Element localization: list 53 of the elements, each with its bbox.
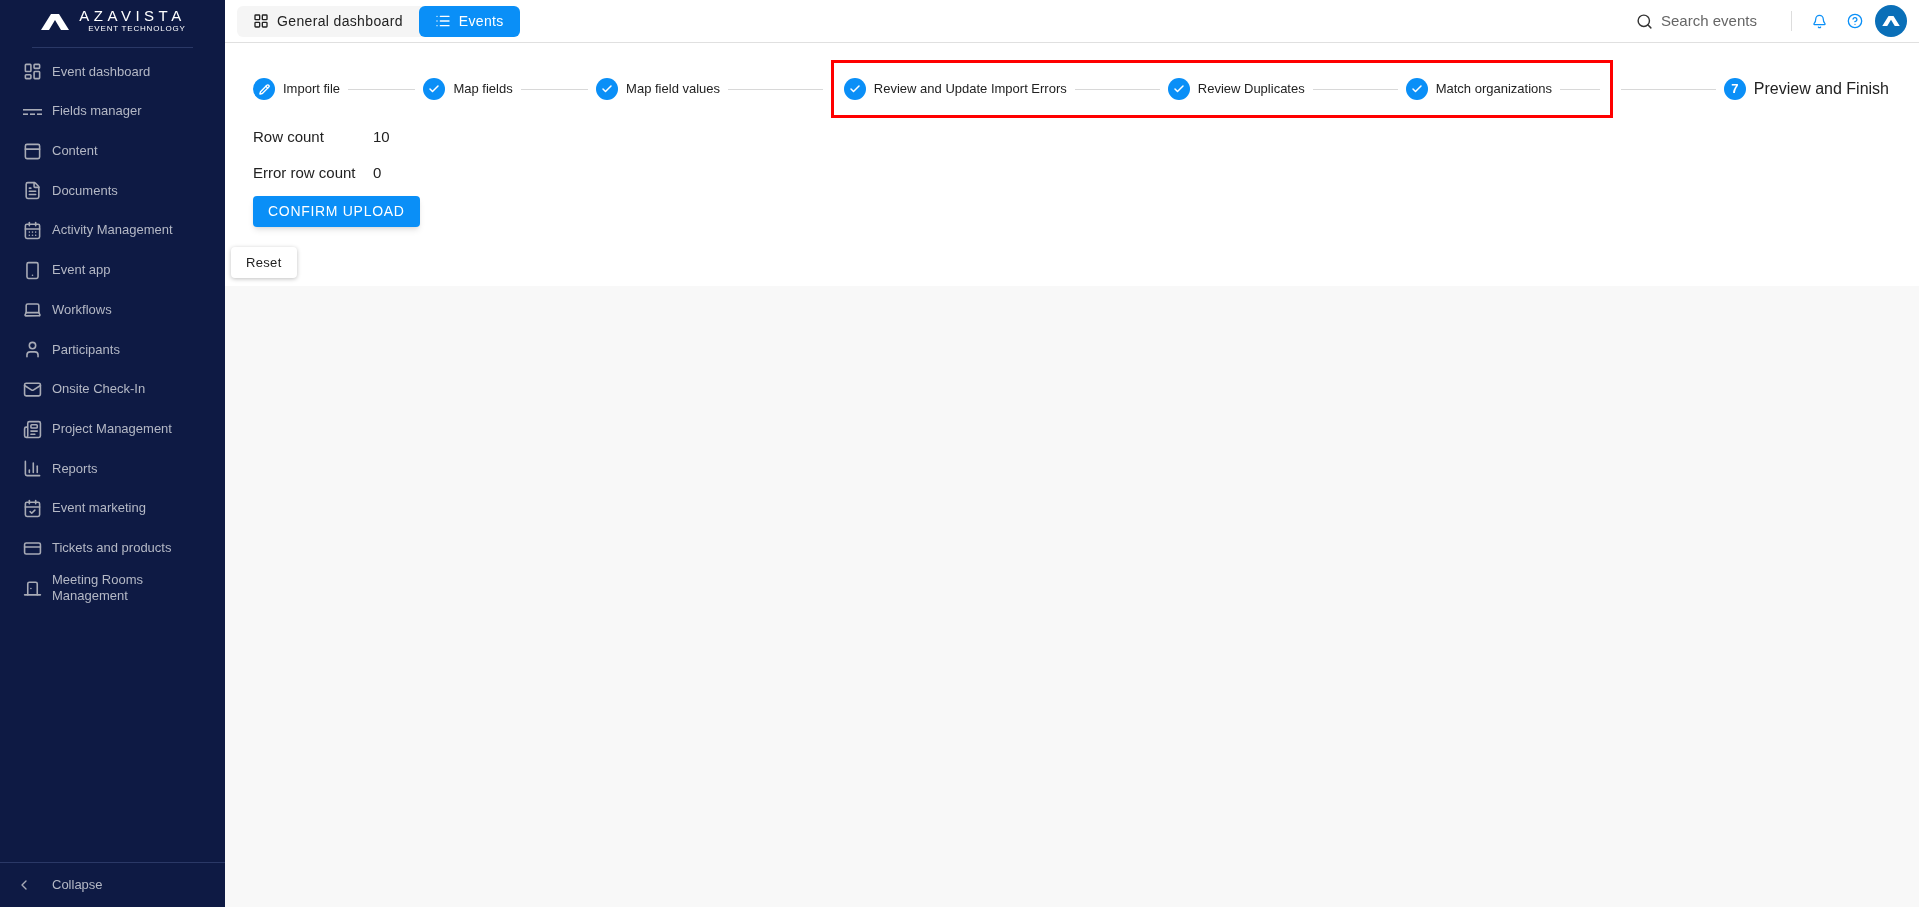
menu-item-icon	[23, 108, 42, 115]
menu-item-icon	[23, 498, 42, 518]
collapse-button[interactable]: Collapse	[52, 875, 103, 895]
sidebar-item[interactable]: Participants	[0, 329, 225, 370]
search-field[interactable]: Search events	[1661, 9, 1771, 33]
menu-item-icon	[23, 379, 42, 399]
menu-item-icon	[23, 221, 42, 241]
menu-item-icon	[23, 459, 42, 479]
step-label: Preview and Finish	[1753, 79, 1889, 99]
menu-item-icon	[23, 340, 42, 360]
sidebar-item[interactable]: Workflows	[0, 290, 225, 330]
sidebar-item[interactable]: Meeting Rooms Management	[0, 567, 225, 609]
menu-item-icon	[23, 419, 42, 439]
bell-icon[interactable]	[1812, 13, 1827, 29]
summary-label: Row count	[253, 127, 325, 147]
step-label: Map field values	[626, 80, 721, 99]
step-label: Match organizations	[1435, 80, 1553, 99]
menu-item-icon	[23, 62, 42, 82]
menu-item-icon	[23, 300, 42, 320]
list-icon	[434, 13, 451, 29]
sidebar-item[interactable]: Event marketing	[0, 488, 225, 529]
sidebar-item[interactable]: Activity Management	[0, 210, 225, 251]
sidebar-item[interactable]: Event app	[0, 250, 225, 291]
search-icon	[1636, 12, 1653, 30]
sidebar-item[interactable]: Project Management	[0, 409, 225, 449]
step-label: Review and Update Import Errors	[873, 80, 1067, 99]
help-icon[interactable]	[1847, 13, 1863, 29]
avatar[interactable]	[1875, 5, 1907, 37]
top-tab[interactable]: General dashboard	[237, 5, 419, 37]
logo-icon	[1881, 14, 1901, 28]
sidebar-item[interactable]: Documents	[0, 171, 225, 211]
menu-item-icon	[23, 260, 42, 280]
reset-button[interactable]: Reset	[231, 247, 297, 278]
step-label: Review Duplicates	[1197, 80, 1305, 99]
step-label: Map fields	[453, 80, 513, 99]
step-label: Import file	[283, 80, 341, 99]
brand-name: AZAVISTA	[79, 8, 186, 23]
step-number: 7	[1723, 78, 1746, 100]
sidebar-item[interactable]: Fields manager	[0, 91, 225, 132]
menu-item-icon	[23, 181, 42, 201]
brand-tagline: EVENT TECHNOLOGY	[88, 23, 186, 35]
grid-icon	[253, 13, 269, 29]
menu-item-icon	[23, 578, 42, 598]
summary-value: 10	[373, 127, 390, 147]
logo-icon	[39, 11, 72, 32]
summary-label: Error row count	[253, 162, 357, 183]
summary-value: 0	[373, 162, 382, 183]
menu-item-icon	[23, 141, 42, 161]
sidebar-item[interactable]: Event dashboard	[0, 52, 225, 92]
sidebar-item[interactable]: Reports	[0, 448, 225, 489]
sidebar-item[interactable]: Content	[0, 131, 225, 172]
sidebar-item[interactable]: Tickets and products	[0, 528, 225, 568]
sidebar-item[interactable]: Onsite Check-In	[0, 369, 225, 410]
